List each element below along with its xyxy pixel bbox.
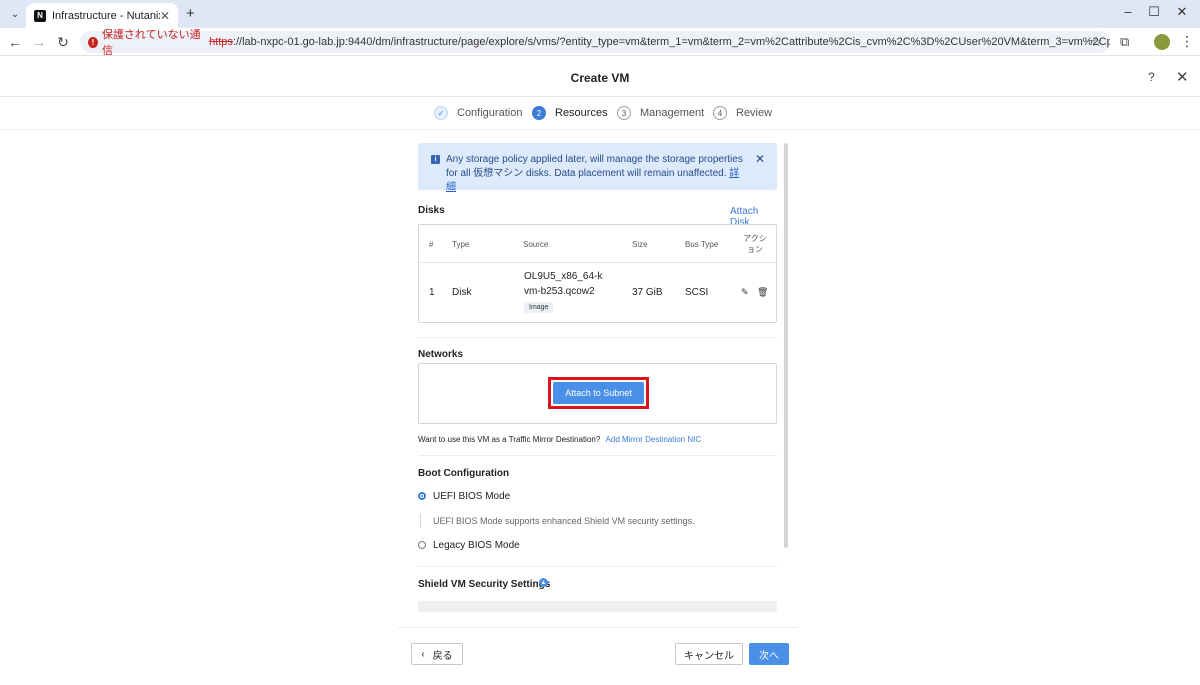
modal-close-icon[interactable]: ✕ <box>1176 68 1189 86</box>
chevron-left-icon: ‹ <box>421 648 425 660</box>
warning-icon: ! <box>88 36 98 48</box>
header-divider <box>419 262 776 263</box>
disks-table: # Type Source Size Bus Type アクション 1 Disk… <box>418 224 777 323</box>
back-arrow-icon[interactable]: ← <box>6 34 24 50</box>
window-close-icon[interactable]: ✕ <box>1172 4 1192 20</box>
edit-pencil-icon[interactable]: ✎ <box>741 287 749 298</box>
row-type: Disk <box>452 287 472 298</box>
col-header-source: Source <box>523 240 549 249</box>
col-header-size: Size <box>632 240 648 249</box>
step-label: Configuration <box>457 107 523 119</box>
delete-trash-icon[interactable]: 🗑 <box>757 287 768 298</box>
chevron-up-icon[interactable]: ▲ <box>539 578 548 587</box>
url-text: ://lab-nxpc-01.go-lab.jp:9440/dm/infrast… <box>232 36 1110 48</box>
browser-tab[interactable]: N Infrastructure - Nutanix ✕ <box>26 3 178 28</box>
row-size: 37 GiB <box>632 287 663 298</box>
modal-title: Create VM <box>570 71 630 85</box>
footer-divider <box>398 627 798 628</box>
step-number: 3 <box>617 106 631 120</box>
shield-settings-title: Shield VM Security Settings <box>418 579 551 590</box>
step-check-icon: ✓ <box>434 106 448 120</box>
info-icon: i <box>431 155 440 164</box>
tab-title: Infrastructure - Nutanix <box>52 9 160 22</box>
mirror-question: Want to use this VM as a Traffic Mirror … <box>418 435 601 444</box>
step-number: 2 <box>532 106 546 120</box>
tab-close-icon[interactable]: ✕ <box>160 9 170 23</box>
banner-text: Any storage policy applied later, will m… <box>446 154 743 193</box>
tab-search-chevron-icon[interactable]: ⌄ <box>6 5 24 23</box>
uefi-label[interactable]: UEFI BIOS Mode <box>433 491 510 502</box>
step-management[interactable]: 3 Management <box>617 106 704 120</box>
address-bar[interactable]: ! 保護されていない通信 https ://lab-nxpc-01.go-lab… <box>80 29 1110 57</box>
content-scrollbar[interactable] <box>784 143 788 548</box>
bookmark-star-icon[interactable]: ☆ <box>1090 34 1102 50</box>
security-label: 保護されていない通信 <box>101 29 201 57</box>
back-label: 戻る <box>432 650 453 662</box>
profile-avatar[interactable] <box>1154 34 1170 50</box>
networks-box: Attach to Subnet <box>418 363 777 424</box>
col-header-type: Type <box>452 240 470 249</box>
banner-close-icon[interactable]: ✕ <box>755 152 765 166</box>
step-review[interactable]: 4 Review <box>713 106 772 120</box>
reload-icon[interactable]: ↻ <box>54 34 72 51</box>
uefi-hint: UEFI BIOS Mode supports enhanced Shield … <box>433 516 695 526</box>
cancel-button[interactable]: キャンセル <box>675 643 743 665</box>
wizard-stepper: ✓ Configuration 2 Resources 3 Management… <box>0 100 1200 130</box>
extensions-puzzle-icon[interactable]: ⧉ <box>1120 34 1129 50</box>
boot-config-title: Boot Configuration <box>418 468 510 479</box>
security-chip[interactable]: ! 保護されていない通信 <box>88 26 201 58</box>
row-bus-type: SCSI <box>685 287 709 298</box>
row-num: 1 <box>429 287 435 298</box>
networks-title: Networks <box>418 349 464 360</box>
mirror-destination-line: Want to use this VM as a Traffic Mirror … <box>418 435 701 444</box>
add-mirror-destination-link[interactable]: Add Mirror Destination NIC <box>606 435 702 444</box>
row-source: OL9U5_x86_64-kvm-b253.qcow2 <box>524 271 603 297</box>
maximize-icon[interactable]: ☐ <box>1144 4 1164 20</box>
storage-policy-banner: i Any storage policy applied later, will… <box>418 143 777 193</box>
browser-menu-icon[interactable]: ⋮ <box>1180 33 1194 50</box>
back-button[interactable]: ‹ 戻る <box>411 643 463 665</box>
help-icon[interactable]: ? <box>1148 70 1155 84</box>
image-badge: Image <box>524 302 554 313</box>
new-tab-plus-icon[interactable]: + <box>186 5 195 22</box>
col-header-actions: アクション <box>743 234 767 254</box>
next-button[interactable]: 次へ <box>749 643 789 665</box>
disks-title: Disks <box>418 205 445 216</box>
step-label: Resources <box>555 107 608 119</box>
nutanix-favicon-icon: N <box>34 9 46 22</box>
legacy-radio[interactable] <box>418 541 426 549</box>
divider <box>418 337 777 338</box>
step-label: Review <box>736 107 773 119</box>
step-label: Management <box>640 107 705 119</box>
col-header-bus-type: Bus Type <box>685 240 719 249</box>
step-configuration[interactable]: ✓ Configuration <box>434 106 522 120</box>
divider <box>418 566 777 567</box>
browser-toolbar: ← → ↻ ! 保護されていない通信 https ://lab-nxpc-01.… <box>0 28 1200 57</box>
collapsed-panel <box>418 601 777 612</box>
col-header-num: # <box>429 240 434 249</box>
url-scheme: https <box>209 36 233 48</box>
modal-header: Create VM ? ✕ <box>0 57 1200 97</box>
minimize-icon[interactable]: – <box>1118 4 1138 19</box>
hint-bar <box>420 514 421 528</box>
step-resources[interactable]: 2 Resources <box>532 106 608 120</box>
step-number: 4 <box>713 106 727 120</box>
forward-arrow-icon[interactable]: → <box>30 34 48 50</box>
divider <box>418 455 777 456</box>
legacy-label[interactable]: Legacy BIOS Mode <box>433 540 520 551</box>
uefi-radio[interactable] <box>418 492 426 500</box>
attach-to-subnet-button[interactable]: Attach to Subnet <box>553 382 644 404</box>
browser-tab-bar: ⌄ N Infrastructure - Nutanix ✕ + – ☐ ✕ <box>0 0 1200 28</box>
